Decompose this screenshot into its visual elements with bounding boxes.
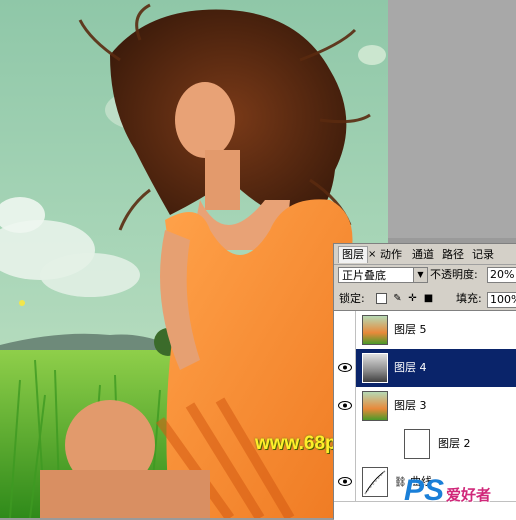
visibility-toggle[interactable] — [334, 311, 356, 349]
lock-brush-icon[interactable]: ✎ — [392, 293, 403, 304]
eye-icon — [338, 476, 352, 486]
layer-name: 图层 2 — [438, 437, 471, 450]
watermark-logo-sub: 爱好者 — [446, 486, 492, 504]
visibility-toggle[interactable] — [334, 387, 356, 425]
visibility-toggle[interactable] — [334, 425, 356, 463]
lock-move-icon[interactable]: ✛ — [407, 293, 418, 304]
eye-icon — [338, 400, 352, 410]
layer-thumbnail — [362, 315, 388, 345]
blend-row: 正片叠底 ▼ 不透明度: 20% — [334, 265, 516, 287]
curve-graph-icon — [364, 470, 386, 495]
opacity-label: 不透明度: — [430, 268, 478, 281]
tab-close-icon[interactable]: × — [368, 247, 376, 263]
curves-adjustment-thumbnail — [362, 467, 388, 497]
blend-mode-value: 正片叠底 — [342, 269, 386, 282]
dropdown-arrow-icon[interactable]: ▼ — [413, 268, 427, 282]
layer-row-2[interactable]: 图层 2 — [334, 425, 516, 464]
canvas-background — [388, 0, 516, 238]
visibility-toggle[interactable] — [334, 463, 356, 501]
eye-icon — [338, 362, 352, 372]
tab-channels[interactable]: 通道 — [412, 247, 434, 263]
layer-row-4[interactable]: 图层 4 — [334, 349, 516, 388]
watermark-logo: PS — [404, 474, 445, 507]
tab-paths[interactable]: 路径 — [442, 247, 464, 263]
lock-label: 锁定: — [339, 292, 365, 305]
layer-row-5[interactable]: 图层 5 — [334, 311, 516, 350]
layer-mask-thumbnail — [404, 429, 430, 459]
visibility-toggle[interactable] — [334, 349, 356, 387]
layer-name: 图层 3 — [394, 399, 427, 412]
fill-input[interactable]: 100% — [487, 292, 516, 308]
panel-tabs: 图层 × 动作 通道 路径 记录 — [334, 244, 516, 265]
tab-actions[interactable]: 动作 — [380, 247, 402, 263]
tab-layers[interactable]: 图层 — [338, 246, 368, 263]
layer-thumbnail — [362, 391, 388, 421]
blend-mode-select[interactable]: 正片叠底 ▼ — [338, 267, 428, 283]
layer-thumbnail — [362, 353, 388, 383]
layer-row-3[interactable]: 图层 3 — [334, 387, 516, 426]
layer-name: 图层 5 — [394, 323, 427, 336]
tab-history[interactable]: 记录 — [472, 247, 494, 263]
layer-name: 图层 4 — [394, 361, 427, 374]
lock-row: 锁定: ✎ ✛ ■ 填充: 100% — [334, 288, 516, 310]
fill-label: 填充: — [456, 292, 482, 305]
lock-transparent-icon[interactable] — [376, 293, 387, 304]
lock-all-icon[interactable]: ■ — [423, 293, 434, 304]
opacity-input[interactable]: 20% — [487, 267, 516, 283]
